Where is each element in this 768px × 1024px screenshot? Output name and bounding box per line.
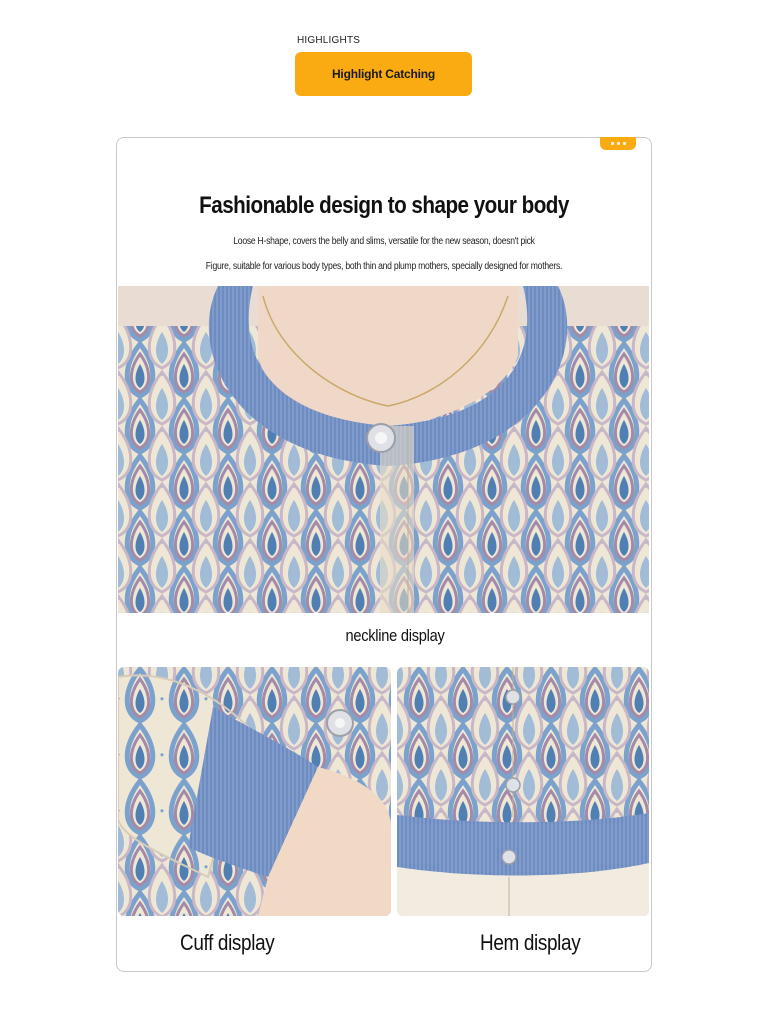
cuff-photo xyxy=(118,667,391,916)
card-headline: Fashionable design to shape your body xyxy=(199,192,569,219)
hem-caption: Hem display xyxy=(480,930,581,955)
more-dots-icon[interactable] xyxy=(600,137,636,150)
neckline-photo xyxy=(118,286,649,613)
section-label: HIGHLIGHTS xyxy=(297,35,361,46)
highlight-catching-button[interactable]: Highlight Catching xyxy=(295,52,472,96)
neckline-caption: neckline display xyxy=(345,626,445,645)
cuff-caption: Cuff display xyxy=(180,930,275,955)
hem-photo xyxy=(397,667,649,916)
card-subtitle-line1: Loose H-shape, covers the belly and slim… xyxy=(233,236,535,247)
card-subtitle-line2: Figure, suitable for various body types,… xyxy=(205,261,563,272)
